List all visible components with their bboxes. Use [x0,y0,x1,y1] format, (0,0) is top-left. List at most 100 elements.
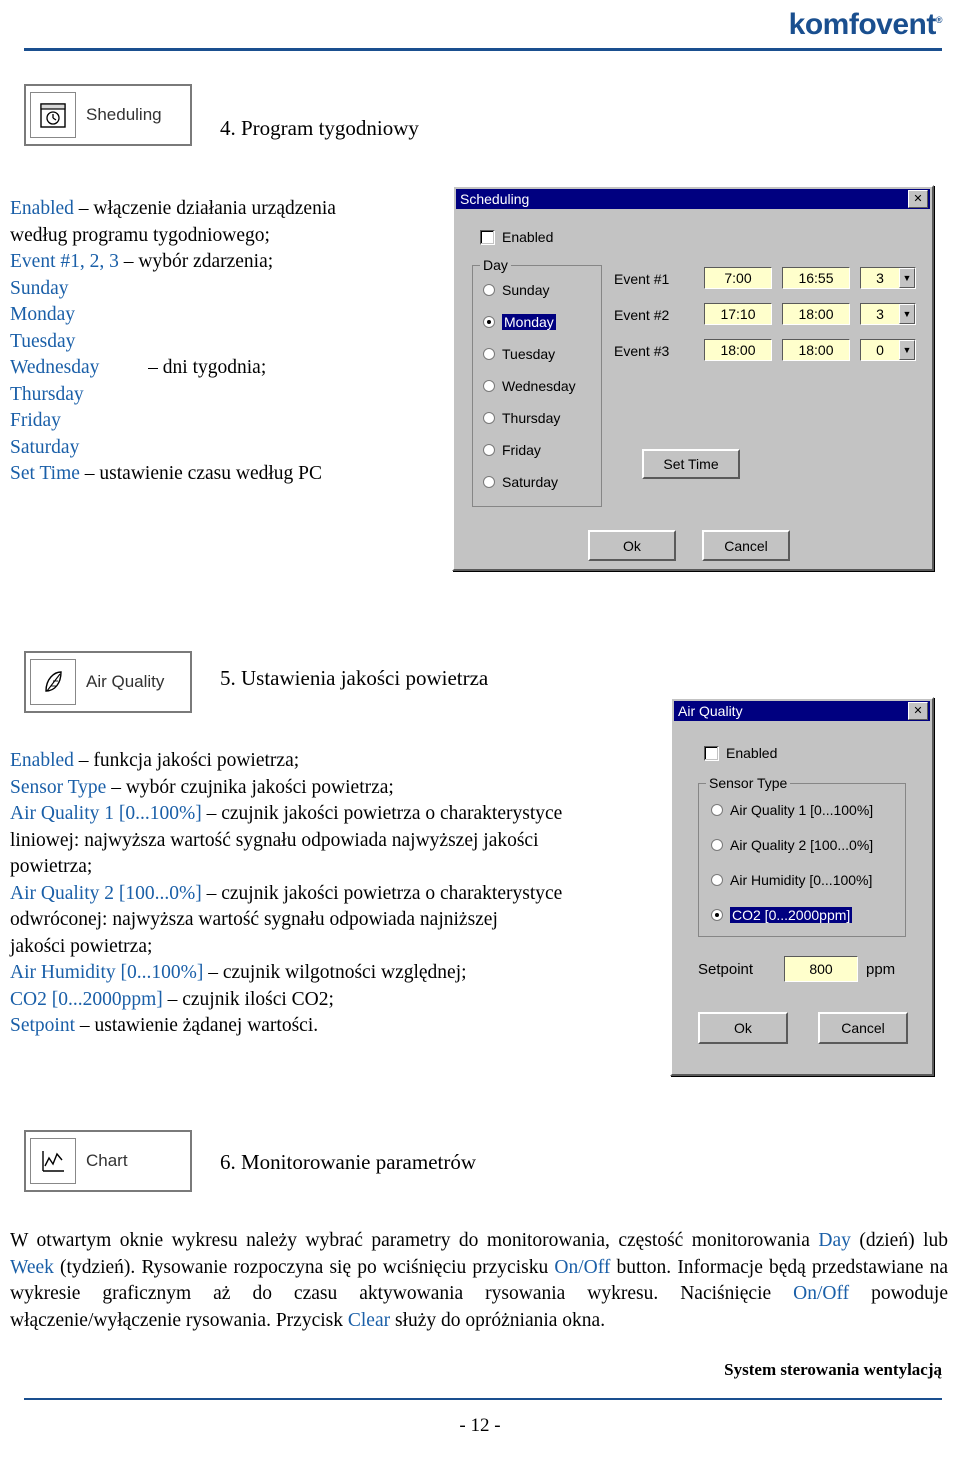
day-option-wednesday[interactable]: Wednesday [483,378,576,394]
text: powietrza; [10,856,93,877]
radio-icon[interactable] [483,444,495,456]
event-2-start[interactable]: 17:10 [704,303,772,325]
term-clear: Clear [347,1309,391,1331]
event-2-mode[interactable]: 3 ▼ [860,303,916,325]
scheduling-cancel-button[interactable]: Cancel [702,530,790,561]
day-option-monday[interactable]: Monday [483,314,556,330]
air-quality-dialog[interactable]: Air Quality ✕ Enabled Sensor Type Air Qu… [670,697,934,1076]
leaf-icon [30,659,76,705]
radio-icon[interactable] [711,874,723,886]
air-quality-enabled-checkbox[interactable]: Enabled [704,745,777,761]
event-3-stop[interactable]: 18:00 [782,339,850,361]
air-quality-enabled-label: Enabled [726,745,778,761]
term-aq-enabled: Enabled [10,750,74,771]
air-quality-titlebar[interactable]: Air Quality ✕ [674,701,930,721]
scheduling-dialog[interactable]: Scheduling ✕ Enabled Day Sunday Monday T… [452,185,934,571]
close-icon[interactable]: ✕ [908,190,928,208]
day-label: Thursday [502,410,561,426]
radio-icon[interactable] [483,412,495,424]
brand-registered: ® [935,15,943,25]
day-option-thursday[interactable]: Thursday [483,410,560,426]
sensor-type-group: Sensor Type Air Quality 1 [0...100%] Air… [698,775,906,937]
scheduling-titlebar[interactable]: Scheduling ✕ [456,189,930,209]
day-option-saturday[interactable]: Saturday [483,474,558,490]
radio-icon[interactable] [483,316,495,328]
radio-icon[interactable] [711,804,723,816]
setpoint-input[interactable]: 800 [784,956,858,982]
day-option-friday[interactable]: Friday [483,442,541,458]
radio-icon[interactable] [483,284,495,296]
radio-icon[interactable] [483,348,495,360]
term-set-time: Set Time [10,463,80,484]
radio-icon[interactable] [711,909,723,921]
chart-icon [30,1138,76,1184]
set-time-button[interactable]: Set Time [642,449,740,479]
event-1-stop[interactable]: 16:55 [782,267,850,289]
close-icon[interactable]: ✕ [908,702,928,720]
chevron-down-icon[interactable]: ▼ [899,340,915,360]
chip-air-quality-label: Air Quality [86,672,165,691]
scheduling-icon-svg [40,103,66,128]
sensor-label: Air Quality 2 [100...0%] [730,837,874,853]
radio-icon[interactable] [483,380,495,392]
text: odwróconej: najwyższa wartość sygnału od… [10,909,498,930]
setpoint-unit: ppm [866,961,896,978]
scheduling-title: Scheduling [460,191,530,207]
air-quality-ok-button[interactable]: Ok [698,1012,788,1044]
scheduling-ok-button[interactable]: Ok [588,530,676,561]
leaf-icon-svg [45,671,62,692]
event-1-mode[interactable]: 3 ▼ [860,267,916,289]
section-4-text: Enabled – włączenie działania urządzenia… [10,196,430,488]
sensor-option-air-quality-1[interactable]: Air Quality 1 [0...100%] [711,802,873,818]
text: – czujnik jakości powietrza o charaktery… [201,803,563,824]
text: – czujnik jakości powietrza o charaktery… [201,882,563,904]
day-label: Wednesday [502,378,576,394]
radio-icon[interactable] [711,839,723,851]
text: – ustawienie żądanej wartości. [75,1015,319,1036]
term-onoff-2: On/Off [793,1283,850,1304]
term-tuesday: Tuesday [10,330,76,352]
chevron-down-icon[interactable]: ▼ [899,268,915,288]
chevron-down-icon[interactable]: ▼ [899,304,915,324]
text: służy do opróżniania okna. [390,1309,606,1331]
event-3-mode-value: 0 [876,342,884,358]
page-number: - 12 - [459,1415,501,1436]
event-3-start[interactable]: 18:00 [704,339,772,361]
radio-icon[interactable] [483,476,495,488]
chart-icon-svg [42,1151,64,1172]
day-option-sunday[interactable]: Sunday [483,282,549,298]
term-friday: Friday [10,410,61,431]
event-3-mode[interactable]: 0 ▼ [860,339,916,361]
chip-scheduling-label: Sheduling [86,105,162,124]
term-monday: Monday [10,304,75,325]
sensor-option-air-humidity[interactable]: Air Humidity [0...100%] [711,872,872,888]
event-1-mode-value: 3 [876,270,884,286]
term-saturday: Saturday [10,436,80,458]
scheduling-enabled-checkbox[interactable]: Enabled [480,229,553,245]
term-enabled: Enabled [10,198,74,219]
event-1-start[interactable]: 7:00 [704,267,772,289]
setpoint-label: Setpoint [698,961,754,978]
sensor-label: Air Quality 1 [0...100%] [730,802,874,818]
day-label: Monday [502,314,556,330]
chip-air-quality: Air Quality [24,651,192,713]
text: – czujnik wilgotności względnej; [203,962,467,983]
day-group-title: Day [480,257,511,273]
sensor-option-air-quality-2[interactable]: Air Quality 2 [100...0%] [711,837,873,853]
checkbox-icon[interactable] [704,745,719,761]
text: liniowej: najwyższa wartość sygnału odpo… [10,829,539,851]
term-air-quality-2: Air Quality 2 [100...0%] [10,882,202,904]
day-label: Friday [502,442,541,458]
term-sensor-type: Sensor Type [10,776,107,798]
sensor-option-co2[interactable]: CO2 [0...2000ppm] [711,907,853,923]
air-quality-cancel-button[interactable]: Cancel [818,1012,908,1044]
day-option-tuesday[interactable]: Tuesday [483,346,555,362]
day-label: Sunday [502,282,550,298]
checkbox-icon[interactable] [480,229,495,245]
event-2-stop[interactable]: 18:00 [782,303,850,325]
term-wednesday: Wednesday [10,357,100,378]
term-week: Week [10,1256,54,1278]
section-6-title: 6. Monitorowanie parametrów [220,1150,477,1174]
term-co2: CO2 [0...2000ppm] [10,988,163,1010]
text: – dni tygodnia; [99,357,267,378]
